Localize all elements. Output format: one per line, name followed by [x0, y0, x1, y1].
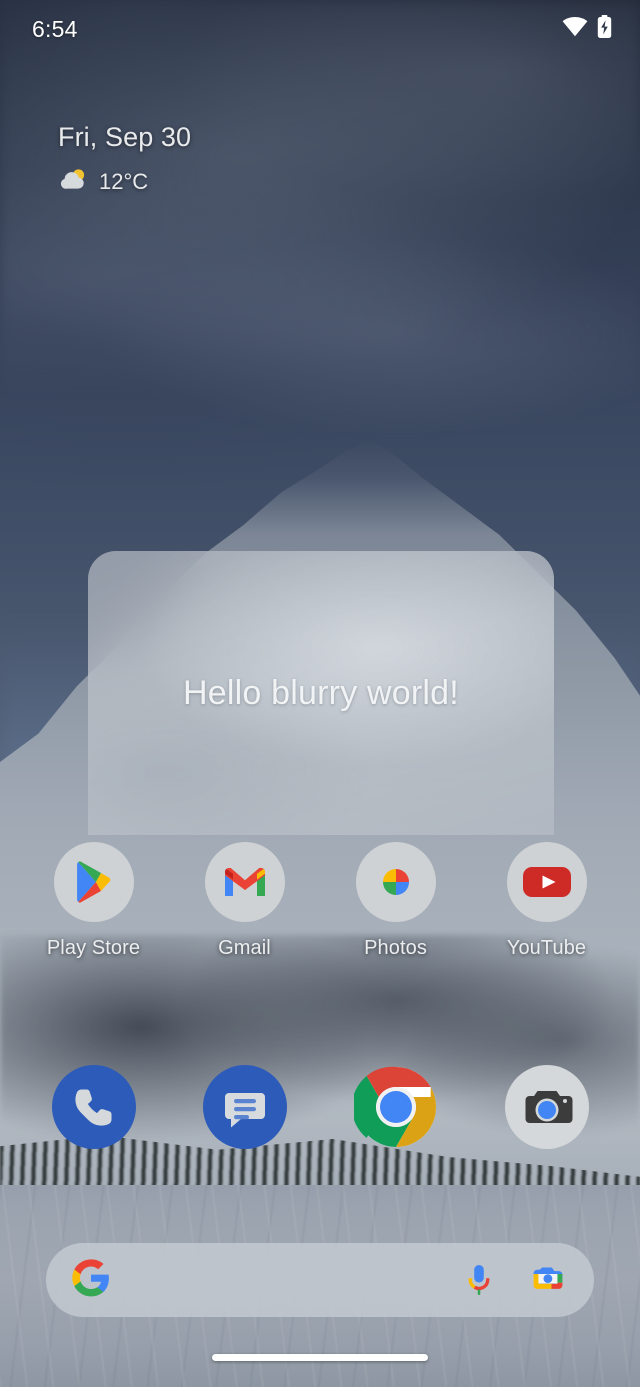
app-label: Photos [364, 937, 427, 959]
dock [0, 1065, 640, 1149]
date-text[interactable]: Fri, Sep 30 [58, 122, 191, 153]
battery-charging-icon [597, 14, 612, 44]
dock-item-camera[interactable] [482, 1065, 612, 1149]
search-actions [460, 1261, 566, 1299]
partly-cloudy-icon [58, 167, 90, 196]
home-screen: 6:54 Fri, Sep 30 12°C Hello blurry world… [0, 0, 640, 1387]
app-label: Play Store [46, 937, 141, 959]
blurry-card[interactable]: Hello blurry world! [88, 551, 554, 835]
gmail-icon[interactable] [204, 842, 285, 922]
app-label: Gmail [218, 937, 271, 959]
blurry-card-text: Hello blurry world! [183, 673, 459, 712]
search-input[interactable] [72, 1258, 460, 1302]
camera-icon[interactable] [504, 1065, 589, 1149]
app-item-play-store[interactable]: Play Store [29, 842, 159, 960]
home-gesture-bar[interactable] [212, 1354, 428, 1361]
status-bar-icons [562, 14, 612, 44]
youtube-icon[interactable] [506, 842, 587, 922]
app-grid: Play Store Gmail Photos YouTube [0, 842, 640, 960]
app-item-photos[interactable]: Photos [331, 842, 461, 960]
google-photos-icon[interactable] [355, 842, 436, 922]
phone-icon[interactable] [51, 1065, 136, 1149]
google-search-bar[interactable] [46, 1243, 594, 1317]
app-item-gmail[interactable]: Gmail [180, 842, 310, 960]
weather-temperature: 12°C [99, 168, 149, 194]
messages-icon[interactable] [202, 1065, 287, 1149]
google-g-icon [72, 1258, 110, 1302]
wifi-icon [562, 16, 588, 42]
chrome-icon[interactable] [351, 1065, 438, 1149]
status-bar-clock: 6:54 [32, 15, 78, 42]
dock-item-messages[interactable] [180, 1065, 310, 1149]
play-store-icon[interactable] [53, 842, 134, 922]
app-item-youtube[interactable]: YouTube [482, 842, 612, 960]
date-weather-widget[interactable]: Fri, Sep 30 12°C [58, 122, 191, 196]
dock-item-phone[interactable] [29, 1065, 159, 1149]
voice-search-icon[interactable] [460, 1261, 498, 1299]
weather-row[interactable]: 12°C [58, 167, 191, 196]
status-bar: 6:54 [0, 0, 640, 58]
app-label: YouTube [506, 937, 587, 959]
dock-item-chrome[interactable] [331, 1065, 461, 1149]
google-lens-icon[interactable] [528, 1261, 566, 1299]
